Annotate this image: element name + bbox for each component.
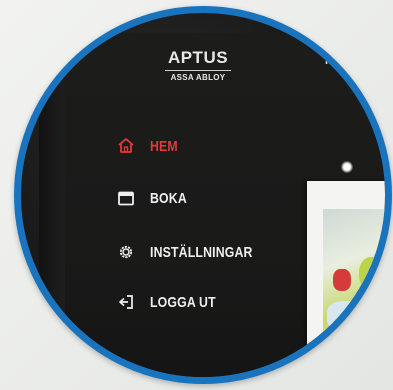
menu-label-boka: BOKA — [150, 189, 187, 207]
home-icon — [117, 137, 135, 155]
status-light — [341, 161, 353, 173]
menu-label-hem: HEM — [150, 137, 178, 155]
header-text-cutoff: HE — [325, 55, 341, 67]
menu-label-logga-ut: LOGGA UT — [150, 293, 216, 311]
menu-item-installningar[interactable]: INSTÄLLNINGAR — [117, 243, 275, 261]
poster-image — [323, 209, 385, 377]
gear-icon — [117, 243, 135, 261]
calendar-icon — [117, 189, 135, 207]
menu-label-installningar: INSTÄLLNINGAR — [150, 243, 253, 261]
photo-frame: APTUS ASSA ABLOY HE HEM BOKA INSTÄLLNING… — [14, 6, 392, 384]
menu-item-hem[interactable]: HEM — [117, 137, 184, 155]
poster-decoration — [333, 269, 351, 291]
logo-divider — [165, 70, 231, 71]
logo-text: APTUS — [167, 48, 229, 67]
aptus-logo: APTUS ASSA ABLOY — [153, 49, 243, 82]
logo-subtitle: ASSA ABLOY — [170, 73, 226, 82]
menu-item-logga-ut[interactable]: LOGGA UT — [117, 293, 230, 311]
poster-decoration — [327, 301, 373, 331]
logout-icon — [117, 293, 135, 311]
poster-decoration — [359, 257, 385, 291]
menu-item-boka[interactable]: BOKA — [117, 189, 195, 207]
